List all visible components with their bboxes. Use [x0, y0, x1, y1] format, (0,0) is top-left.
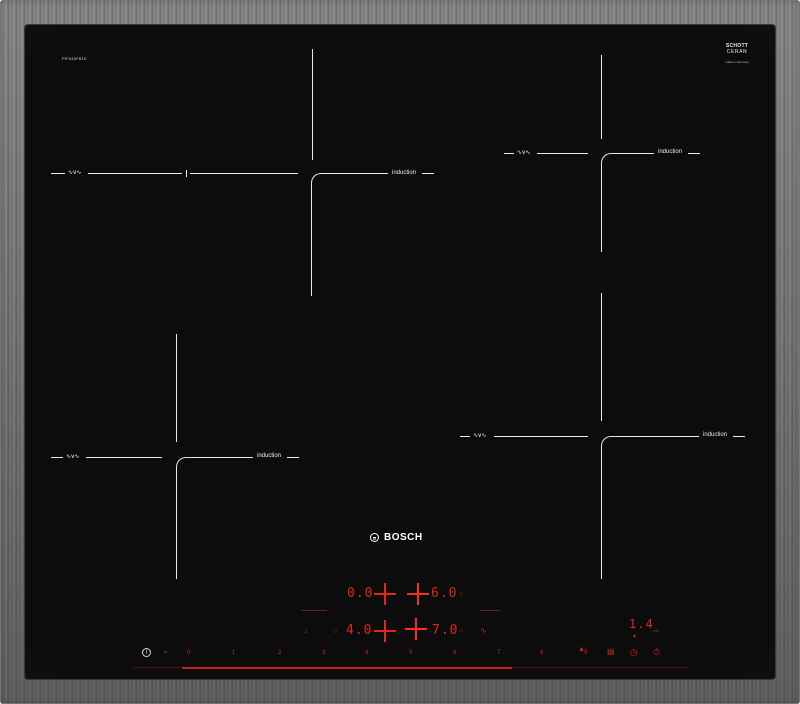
- ceramic-glass-surface: PIF645FB1E SCHOTT CERAN made in Germany …: [25, 25, 775, 679]
- zone4-vertical-line: [601, 293, 603, 421]
- timer-unit: min: [653, 628, 660, 633]
- schott-logo-line2: CERAN: [726, 49, 748, 55]
- power-level-scale[interactable]: 0 · 1 · 2 · 3 · 4 · 5 · 6 · 7 · 8 · 9: [182, 650, 587, 660]
- model-number: PIF645FB1E: [62, 56, 87, 61]
- zone3-induction-label: induction: [257, 453, 282, 459]
- zone-select-front-right-button[interactable]: [405, 618, 431, 644]
- zone1-corner: [311, 173, 388, 296]
- zone1-vertical-line: [312, 49, 314, 160]
- scale-8[interactable]: 8: [540, 650, 543, 656]
- zone3-wave-symbol: ∿∨∿: [66, 454, 79, 460]
- scale-dot: ·: [255, 650, 257, 656]
- scale-dot: ·: [300, 650, 302, 656]
- scale-2[interactable]: 2: [278, 650, 281, 656]
- bosch-logo: BOSCH: [370, 532, 423, 543]
- timer-indicator-rear-icon: ○: [459, 591, 464, 598]
- power-level-slider[interactable]: [182, 667, 512, 669]
- scale-dot: ·: [475, 650, 477, 656]
- bosch-armature-icon: [370, 533, 379, 542]
- schott-logo-line3: made in Germany: [725, 60, 749, 64]
- zone2-dash: [504, 153, 514, 155]
- zone4-induction-label: induction: [703, 432, 728, 438]
- stopwatch-icon[interactable]: ⏱: [653, 648, 660, 657]
- zone4-line-a: [494, 436, 588, 438]
- timer-icon[interactable]: ◷: [630, 648, 638, 657]
- timer-display: 1.4: [629, 617, 654, 631]
- zone-select-front-left-button[interactable]: [374, 620, 396, 642]
- scale-7[interactable]: 7: [497, 650, 500, 656]
- powerboost-icon[interactable]: ▲: [578, 646, 585, 654]
- zone3-corner: [176, 457, 253, 579]
- zone-display-front-right[interactable]: 7.0: [432, 624, 458, 637]
- zone2-vertical-line: [601, 55, 603, 139]
- zone3-vertical-line: [176, 334, 178, 442]
- scale-3[interactable]: 3: [322, 650, 325, 656]
- zone2-corner: [601, 153, 654, 252]
- zone4-line-b: [629, 436, 699, 438]
- zone1-divider: [186, 170, 188, 177]
- zone4-wave-symbol: ∿∨∿: [473, 433, 486, 439]
- zone1-tail: [422, 173, 434, 175]
- zone4-corner: [601, 436, 698, 579]
- wipe-protection-icon[interactable]: ▤: [607, 648, 615, 656]
- scale-dot: ·: [207, 650, 209, 656]
- timer-indicator-front-right-icon: ○: [459, 628, 464, 635]
- scale-dot: ·: [519, 650, 521, 656]
- zone-select-rear-right-button[interactable]: [407, 583, 429, 605]
- scale-1[interactable]: 1: [232, 650, 235, 656]
- slider-left-segment: [133, 667, 181, 668]
- zone3-dash: [51, 457, 63, 459]
- zone-select-rear-left-button[interactable]: [374, 583, 396, 605]
- power-icon[interactable]: I: [142, 648, 151, 657]
- zone1-dash: [51, 173, 65, 175]
- row1-right-dash: [480, 610, 500, 611]
- bosch-wordmark: BOSCH: [384, 532, 423, 543]
- zone2-tail: [688, 153, 700, 155]
- zone1-wave-symbol: ∿∨∿: [68, 170, 81, 176]
- scale-0[interactable]: 0: [187, 650, 190, 656]
- frying-sensor-icon[interactable]: ∿: [480, 627, 487, 635]
- scale-dot: ·: [343, 650, 345, 656]
- combi-zone-icon[interactable]: ♩: [304, 627, 312, 635]
- slider-right-segment: [627, 667, 689, 668]
- zone-display-front-left[interactable]: 4.0: [346, 624, 372, 637]
- zone-display-rear-left[interactable]: 0.0: [347, 587, 373, 600]
- row1-left-dash: [301, 610, 327, 611]
- scale-dot: ·: [431, 650, 433, 656]
- scale-4[interactable]: 4: [365, 650, 368, 656]
- zone4-dash: [460, 436, 470, 438]
- zone3-tail: [287, 457, 299, 459]
- zone2-line: [537, 153, 588, 155]
- slider-inactive-segment: [512, 667, 627, 668]
- scale-6[interactable]: 6: [453, 650, 456, 656]
- zone1-line-a: [88, 173, 182, 175]
- zone4-tail: [733, 436, 745, 438]
- scale-5[interactable]: 5: [409, 650, 412, 656]
- timer-down-arrow-icon: ▼: [632, 634, 637, 640]
- zone2-induction-label: induction: [658, 149, 683, 155]
- zone1-induction-label: induction: [392, 170, 417, 176]
- zone3-line: [86, 457, 162, 459]
- schott-ceran-logo: SCHOTT CERAN made in Germany: [717, 43, 757, 64]
- child-lock-icon[interactable]: ⚬: [162, 649, 169, 657]
- timer-indicator-front-left-icon: ○: [333, 628, 338, 635]
- scale-dot: ·: [562, 650, 564, 656]
- scale-dot: ·: [387, 650, 389, 656]
- zone1-line-b: [190, 173, 298, 175]
- zone2-wave-symbol: ∿∨∿: [517, 150, 530, 156]
- zone-display-rear-right[interactable]: 6.0: [431, 587, 457, 600]
